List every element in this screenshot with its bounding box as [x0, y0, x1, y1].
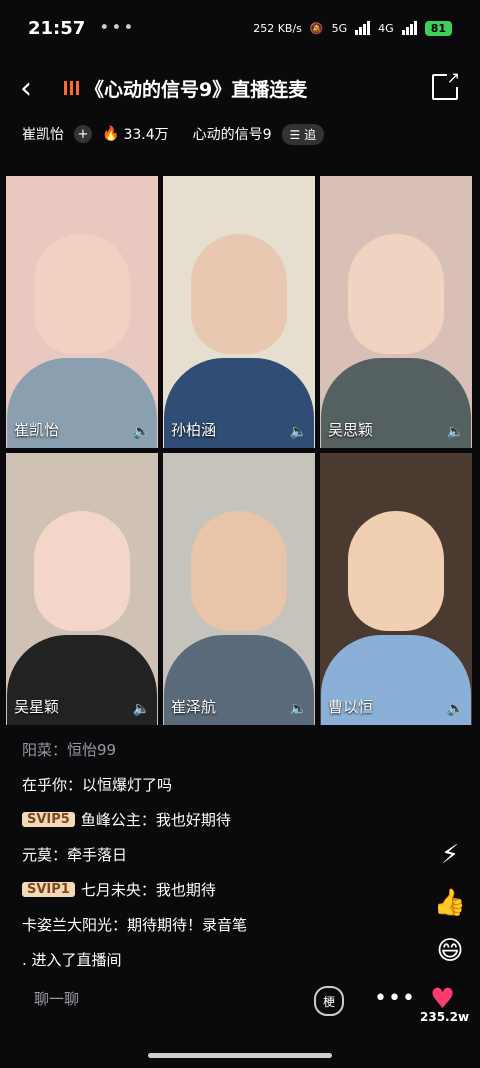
participant-name: 曹以恒	[328, 698, 374, 716]
like-count: 235.2w	[420, 1010, 470, 1024]
chat-message: 卡姿兰大阳光： 期待期待！录音笔	[22, 907, 410, 942]
person-face	[34, 234, 130, 354]
participant-name: 吴星颖	[14, 698, 60, 716]
meta-row: 崔凯怡 + 🔥 33.4万 心动的信号9 ☰ 追	[22, 118, 460, 150]
chat-text: 牵手落日	[67, 846, 128, 864]
speaker-icon[interactable]: 🔈	[133, 701, 150, 717]
chat-user[interactable]: 卡姿兰大阳光：	[22, 914, 127, 935]
signal-4g: 4G	[378, 21, 394, 35]
emoji-face-icon: 😄	[436, 936, 464, 966]
heat-count: 33.4万	[123, 127, 169, 143]
signal-bars-icon	[355, 21, 371, 35]
chat-text: 我也好期待	[155, 811, 231, 829]
person-face	[34, 511, 130, 631]
speaker-icon[interactable]: 🔈	[290, 701, 307, 717]
clock: 21:57	[28, 17, 86, 39]
lightning-icon: ⚡	[440, 840, 460, 870]
speaker-icon[interactable]: 🔈	[447, 701, 464, 717]
chat-input[interactable]: 聊一聊	[34, 988, 79, 1009]
more-icon[interactable]: •••	[374, 986, 416, 1011]
live-indicator-icon	[64, 81, 79, 95]
person-face	[191, 234, 287, 354]
signal-bars-icon-2	[401, 21, 417, 35]
chat-message: 元莫： 牵手落日	[22, 837, 410, 872]
chat-text: 恒怡99	[67, 741, 117, 759]
video-tile[interactable]: 崔凯怡 🔈	[6, 176, 158, 448]
svip-badge: SVIP5	[22, 812, 75, 827]
speaker-icon[interactable]: 🔈	[290, 424, 307, 440]
meme-button[interactable]: 梗	[314, 986, 344, 1016]
participant-name: 吴思颖	[328, 421, 374, 439]
chat-message: 阳菜： 恒怡99	[22, 732, 410, 767]
participant-name: 孙柏涵	[171, 421, 217, 439]
chat-user[interactable]: 元莫：	[22, 844, 67, 865]
speaker-icon[interactable]: 🔈	[133, 424, 150, 440]
chat-text: . 进入了直播间	[22, 951, 122, 969]
chat-message: SVIP5 鱼峰公主： 我也好期待	[22, 802, 410, 837]
chat-message: SVIP1 七月未央： 我也期待	[22, 872, 410, 907]
participant-name: 崔凯怡	[14, 421, 60, 439]
video-tile[interactable]: 吴思颖 🔈	[320, 176, 472, 448]
mute-icon: 🔕	[309, 21, 324, 35]
chat-list: 阳菜： 恒怡99 在乎你： 以恒爆灯了吗 SVIP5 鱼峰公主： 我也好期待 元莫： 牵手落日 S…	[22, 732, 410, 977]
back-icon[interactable]: ‹	[20, 71, 50, 106]
page-title: 《心动的信号9》直播连麦	[85, 78, 308, 101]
chat-user[interactable]: 七月未央：	[81, 879, 156, 900]
chat-message: 在乎你： 以恒爆灯了吗	[22, 767, 410, 802]
video-tile[interactable]: 吴星颖 🔈	[6, 453, 158, 725]
notification-dots: •••	[99, 18, 136, 38]
chat-user[interactable]: 阳菜：	[22, 739, 67, 760]
follow-show-button[interactable]: ☰ 追	[281, 123, 325, 145]
person-face	[348, 234, 444, 354]
bottom-bar: 聊一聊 梗 ••• ♥ 235.2w	[0, 978, 480, 1024]
follow-plus-icon[interactable]: +	[74, 125, 92, 143]
video-tile[interactable]: 曹以恒 🔈	[320, 453, 472, 725]
speaker-icon[interactable]: 🔈	[447, 424, 464, 440]
host-name[interactable]: 崔凯怡	[22, 124, 64, 144]
home-indicator[interactable]	[148, 1053, 332, 1058]
chat-text: 以恒爆灯了吗	[82, 776, 173, 794]
status-bar: 21:57 ••• 252 KB/s 🔕 5G 4G 81	[0, 0, 480, 56]
person-face	[348, 511, 444, 631]
side-effects: ⚡ 👍 😄	[430, 840, 470, 966]
chat-text: 我也期待	[155, 881, 216, 899]
follow-show-label: 追	[304, 127, 317, 142]
network-speed: 252 KB/s	[253, 21, 302, 35]
svip-badge: SVIP1	[22, 882, 75, 897]
chat-user[interactable]: 鱼峰公主：	[81, 809, 156, 830]
signal-5g: 5G	[331, 21, 348, 35]
video-grid: 崔凯怡 🔈 孙柏涵 🔈 吴思颖 🔈 吴星颖 🔈 崔泽航 🔈 曹以恒 🔈	[6, 176, 474, 726]
show-name[interactable]: 心动的信号9	[193, 124, 272, 144]
thumbs-up-icon[interactable]: 👍	[434, 888, 466, 918]
video-tile[interactable]: 崔泽航 🔈	[163, 453, 315, 725]
chat-text: 期待期待！录音笔	[127, 916, 248, 934]
chat-user[interactable]: 在乎你：	[22, 774, 82, 795]
share-icon[interactable]	[432, 68, 460, 100]
battery-icon: 81	[424, 20, 452, 36]
header: ‹ 《心动的信号9》直播连麦	[0, 64, 480, 112]
chat-message: . 进入了直播间	[22, 942, 410, 977]
video-tile[interactable]: 孙柏涵 🔈	[163, 176, 315, 448]
person-face	[191, 511, 287, 631]
fire-icon: 🔥	[102, 126, 120, 142]
participant-name: 崔泽航	[171, 698, 217, 716]
